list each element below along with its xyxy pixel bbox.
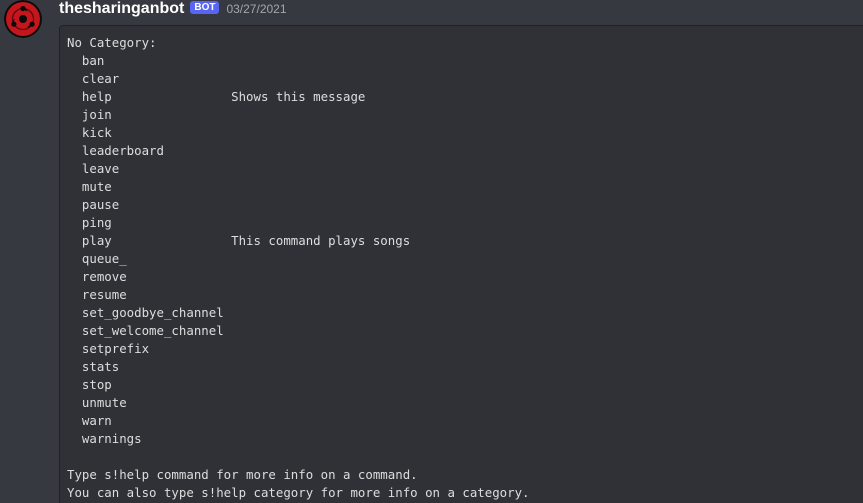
bot-tag: BOT bbox=[190, 0, 220, 14]
chat-message: thesharinganbot BOT 03/27/2021 No Catego… bbox=[0, 0, 863, 503]
code-line: warnings bbox=[67, 431, 142, 446]
code-line: resume bbox=[67, 287, 127, 302]
username[interactable]: thesharinganbot bbox=[59, 0, 184, 19]
code-line: remove bbox=[67, 269, 127, 284]
code-line: leaderboard bbox=[67, 143, 164, 158]
code-block: No Category: ban clear help Shows this m… bbox=[59, 25, 863, 503]
code-line: pause bbox=[67, 197, 120, 212]
help-command-output: No Category: ban clear help Shows this m… bbox=[67, 34, 863, 502]
code-line: No Category: bbox=[67, 35, 157, 50]
code-line: clear bbox=[67, 71, 120, 86]
code-line: unmute bbox=[67, 395, 127, 410]
code-line: kick bbox=[67, 125, 112, 140]
code-line: leave bbox=[67, 161, 120, 176]
code-line: Type s!help command for more info on a c… bbox=[67, 467, 418, 482]
code-line: mute bbox=[67, 179, 112, 194]
timestamp: 03/27/2021 bbox=[226, 2, 287, 16]
message-header: thesharinganbot BOT 03/27/2021 bbox=[59, 0, 287, 20]
code-line: stop bbox=[67, 377, 112, 392]
code-line: setprefix bbox=[67, 341, 150, 356]
code-line: set_goodbye_channel bbox=[67, 305, 224, 320]
code-line: play This command plays songs bbox=[67, 233, 411, 248]
code-line: warn bbox=[67, 413, 112, 428]
code-line: ping bbox=[67, 215, 112, 230]
code-line: stats bbox=[67, 359, 120, 374]
code-line: set_welcome_channel bbox=[67, 323, 224, 338]
code-line: help Shows this message bbox=[67, 89, 366, 104]
code-line: queue_ bbox=[67, 251, 127, 266]
code-line: ban bbox=[67, 53, 105, 68]
sharingan-avatar-icon[interactable] bbox=[4, 0, 42, 38]
code-line: join bbox=[67, 107, 112, 122]
code-line: You can also type s!help category for mo… bbox=[67, 485, 530, 500]
